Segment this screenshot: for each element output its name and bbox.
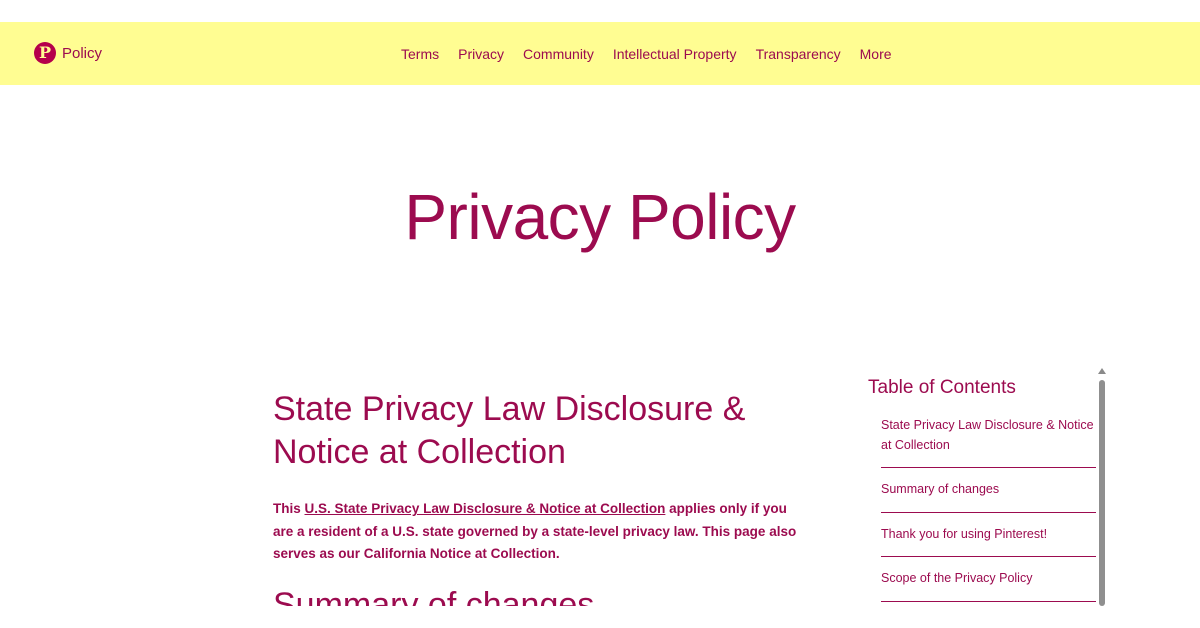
state-privacy-disclosure-link[interactable]: U.S. State Privacy Law Disclosure & Noti… [305, 501, 666, 516]
nav-intellectual-property[interactable]: Intellectual Property [613, 46, 737, 62]
toc-item-state-privacy-law[interactable]: State Privacy Law Disclosure & Notice at… [881, 416, 1096, 468]
table-of-contents: Table of Contents State Privacy Law Disc… [868, 374, 1098, 606]
nav-transparency[interactable]: Transparency [756, 46, 841, 62]
pinterest-logo-icon: P [34, 42, 56, 64]
nav-privacy[interactable]: Privacy [458, 46, 504, 62]
nav-terms[interactable]: Terms [401, 46, 439, 62]
toc-scrollbar[interactable] [1098, 368, 1106, 606]
toc-item-summary-of-changes[interactable]: Summary of changes [881, 468, 1096, 513]
page-title: Privacy Policy [404, 181, 796, 253]
top-navigation-bar: P Policy Terms Privacy Community Intelle… [0, 22, 1200, 85]
scroll-thumb[interactable] [1099, 380, 1105, 606]
toc-list: State Privacy Law Disclosure & Notice at… [881, 416, 1096, 602]
toc-heading: Table of Contents [868, 377, 1016, 398]
nav-community[interactable]: Community [523, 46, 594, 62]
primary-nav: Terms Privacy Community Intellectual Pro… [401, 22, 892, 85]
intro-prefix: This [273, 501, 305, 516]
scroll-up-arrow-icon[interactable] [1098, 368, 1106, 374]
toc-item-thank-you[interactable]: Thank you for using Pinterest! [881, 513, 1096, 557]
policy-content: State Privacy Law Disclosure & Notice at… [273, 388, 803, 606]
nav-more[interactable]: More [860, 46, 892, 62]
policy-home-link[interactable]: P Policy [34, 40, 102, 66]
intro-paragraph: This U.S. State Privacy Law Disclosure &… [273, 498, 803, 566]
toc-item-scope[interactable]: Scope of the Privacy Policy [881, 557, 1096, 602]
summary-of-changes-heading: Summary of changes [273, 585, 595, 607]
brand-label: Policy [62, 44, 103, 62]
section-title: State Privacy Law Disclosure & Notice at… [273, 390, 746, 471]
